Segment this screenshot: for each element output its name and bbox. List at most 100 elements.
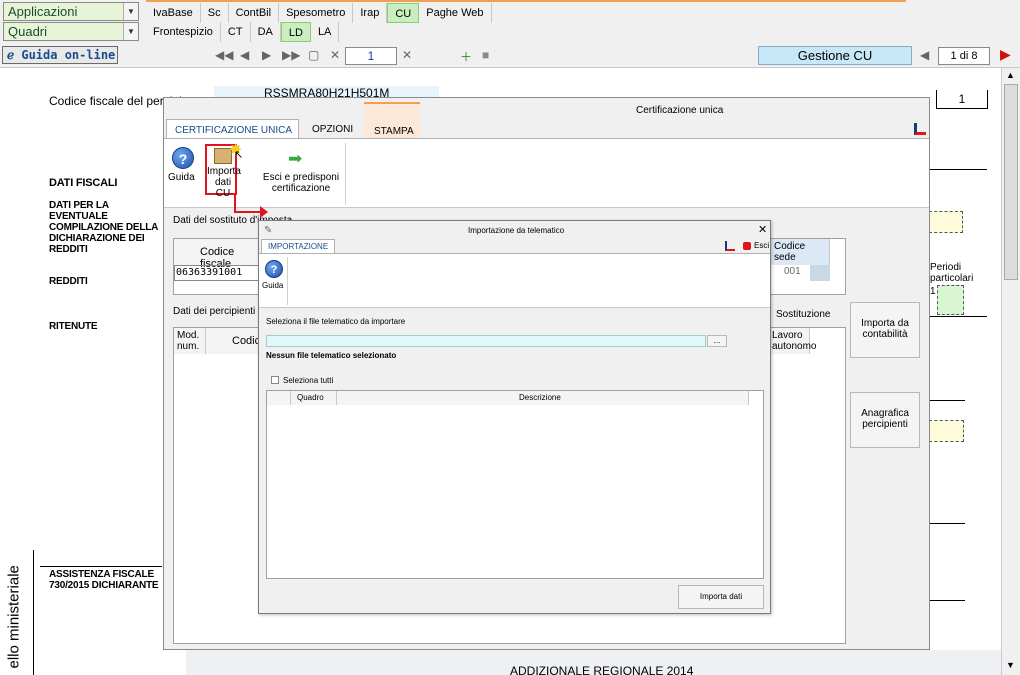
tab-ivabase[interactable]: IvaBase <box>146 3 201 23</box>
col-quadro: Quadro <box>291 391 337 405</box>
addizionale-label: ADDIZIONALE REGIONALE 2014 <box>510 664 694 675</box>
dialog-tabs: IMPORTAZIONE Esci <box>259 238 770 254</box>
ribbon-separator <box>287 257 288 305</box>
tab-cu[interactable]: CU <box>387 3 420 23</box>
select-all-label[interactable]: Seleziona tutti <box>283 376 333 385</box>
page-number-field[interactable]: 1 <box>345 47 397 65</box>
browse-button[interactable]: ... <box>707 335 727 347</box>
help-icon: ℯ <box>7 48 15 62</box>
form-field[interactable] <box>929 420 964 442</box>
divider <box>929 600 965 601</box>
close-icon[interactable]: ✕ <box>758 223 767 236</box>
tab-contbil[interactable]: ContBil <box>229 3 280 23</box>
quadri-table: Quadro Descrizione <box>266 390 764 579</box>
quadri-tabs: Frontespizio CT DA LD LA <box>146 22 340 42</box>
tab-importazione[interactable]: IMPORTAZIONE <box>261 239 336 254</box>
delete-page-icon[interactable]: ✕ <box>330 48 340 62</box>
tab-stampa[interactable]: STAMPA <box>364 102 420 141</box>
exit-icon[interactable] <box>743 242 751 250</box>
scroll-down-icon[interactable]: ▼ <box>1006 660 1015 670</box>
applicazioni-label: Applicazioni <box>8 4 78 19</box>
window-title: Certificazione unica <box>636 105 724 116</box>
tab-da[interactable]: DA <box>251 22 281 42</box>
codice-fiscale-header: Codice fiscale <box>174 239 262 270</box>
divider <box>929 523 965 524</box>
guida-online-button[interactable]: ℯ Guida on-line <box>2 46 118 64</box>
nav-bar: ℯ Guida on-line ◀◀ ◀ ▶ ▶▶ ▢ ✕ 1 ✕ ＋ ■ Ge… <box>0 42 1020 68</box>
codice-sede-cell <box>810 265 830 281</box>
importa-dati-cu-button[interactable]: ✸ ↖ Importa dati CU <box>205 142 243 199</box>
col-mod-num: Mod. num. <box>174 328 206 354</box>
tab-frontespizio[interactable]: Frontespizio <box>146 22 221 42</box>
remove-icon[interactable]: ✕ <box>402 48 412 62</box>
first-page-icon[interactable]: ◀◀ <box>215 48 233 62</box>
prev-page-icon[interactable]: ◀ <box>240 48 249 62</box>
assistenza-heading: ASSISTENZA FISCALE 730/2015 DICHIARANTE <box>49 569 159 591</box>
last-page-icon[interactable]: ▶▶ <box>282 48 300 62</box>
top-bar: Applicazioni ▼ Quadri ▼ IvaBase Sc ContB… <box>0 0 1020 42</box>
guida-button-label[interactable]: Guida <box>168 172 195 183</box>
divider <box>929 169 987 170</box>
tab-spesometro[interactable]: Spesometro <box>279 3 354 23</box>
window-icon: ✎ <box>264 225 273 236</box>
chevron-down-icon[interactable]: ▼ <box>123 3 138 20</box>
esci-label[interactable]: Esci <box>754 241 769 250</box>
codice-sede-value: 001 <box>784 266 801 277</box>
select-all-checkbox[interactable] <box>271 376 279 384</box>
logo-icon <box>914 123 926 135</box>
periodi-value: 1 <box>930 286 936 297</box>
dialog-title: Importazione da telematico <box>468 226 565 235</box>
file-path-input[interactable] <box>266 335 706 347</box>
margin-line <box>33 550 34 675</box>
logo-icon <box>725 241 735 251</box>
tab-opzioni[interactable]: OPZIONI <box>312 124 353 135</box>
form-field[interactable] <box>929 211 963 233</box>
codice-fiscale-sostituto-field[interactable]: 06363391001 <box>174 265 262 281</box>
importa-dati-button[interactable]: Importa dati <box>678 585 764 609</box>
scroll-up-icon[interactable]: ▲ <box>1006 70 1015 80</box>
next-page-icon[interactable]: ▶ <box>262 48 271 62</box>
exit-arrow-icon: ➡ <box>288 149 303 168</box>
help-icon[interactable]: ? <box>265 260 283 278</box>
next-red-icon[interactable]: ▶ <box>1000 46 1011 63</box>
importa-contabilita-button[interactable]: Importa da contabilità <box>850 302 920 358</box>
prev-icon[interactable]: ◀ <box>920 48 929 62</box>
chevron-down-icon[interactable]: ▼ <box>123 23 138 40</box>
help-icon[interactable]: ? <box>172 147 194 169</box>
periodi-label: Periodi particolari <box>930 262 974 284</box>
vertical-scrollbar[interactable]: ▲ ▼ <box>1001 68 1020 675</box>
importazione-dialog: ✎ Importazione da telematico ✕ IMPORTAZI… <box>258 220 771 614</box>
col-lavoro-autonomo: Lavoro autonomo <box>770 328 817 354</box>
redditi-heading: REDDITI <box>49 276 88 287</box>
mod-number[interactable]: 1 <box>936 90 988 109</box>
guida-label[interactable]: Guida <box>262 281 283 290</box>
guida-online-label: Guida on-line <box>21 48 116 62</box>
tab-irap[interactable]: Irap <box>353 3 388 23</box>
col-codice: Codice <box>206 328 266 354</box>
quadri-label: Quadri <box>8 24 48 39</box>
tab-sc[interactable]: Sc <box>201 3 229 23</box>
tab-ld[interactable]: LD <box>280 22 311 42</box>
add-icon[interactable]: ＋ <box>460 48 472 65</box>
periodi-field[interactable]: 1 <box>930 285 964 315</box>
divider <box>929 400 965 401</box>
anagrafica-percipienti-button[interactable]: Anagrafica percipienti <box>850 392 920 448</box>
sostituzione-label: Sostituzione <box>776 309 831 320</box>
app-tabs: IvaBase Sc ContBil Spesometro Irap CU Pa… <box>146 3 492 23</box>
modello-ministeriale-label: ello ministeriale <box>5 565 23 669</box>
percipienti-label: Dati dei percipienti <box>173 306 256 317</box>
col-check <box>267 391 291 405</box>
tab-certificazione-unica[interactable]: CERTIFICAZIONE UNICA <box>166 119 300 140</box>
tab-paghe-web[interactable]: Paghe Web <box>419 3 492 23</box>
codice-sede-header: Codice sede <box>770 239 830 265</box>
tab-la[interactable]: LA <box>311 22 340 42</box>
stop-icon[interactable]: ■ <box>482 48 489 62</box>
dati-fiscali-heading: DATI FISCALI <box>49 177 118 189</box>
tab-ct[interactable]: CT <box>221 22 251 42</box>
scroll-thumb[interactable] <box>1004 84 1018 280</box>
select-file-label: Seleziona il file telematico da importar… <box>266 317 406 326</box>
applicazioni-combo[interactable]: Applicazioni ▼ <box>3 2 139 21</box>
new-page-icon[interactable]: ▢ <box>308 48 319 62</box>
quadri-combo[interactable]: Quadri ▼ <box>3 22 139 41</box>
dati-eventuale-heading: DATI PER LA EVENTUALE COMPILAZIONE DELLA… <box>49 200 158 255</box>
